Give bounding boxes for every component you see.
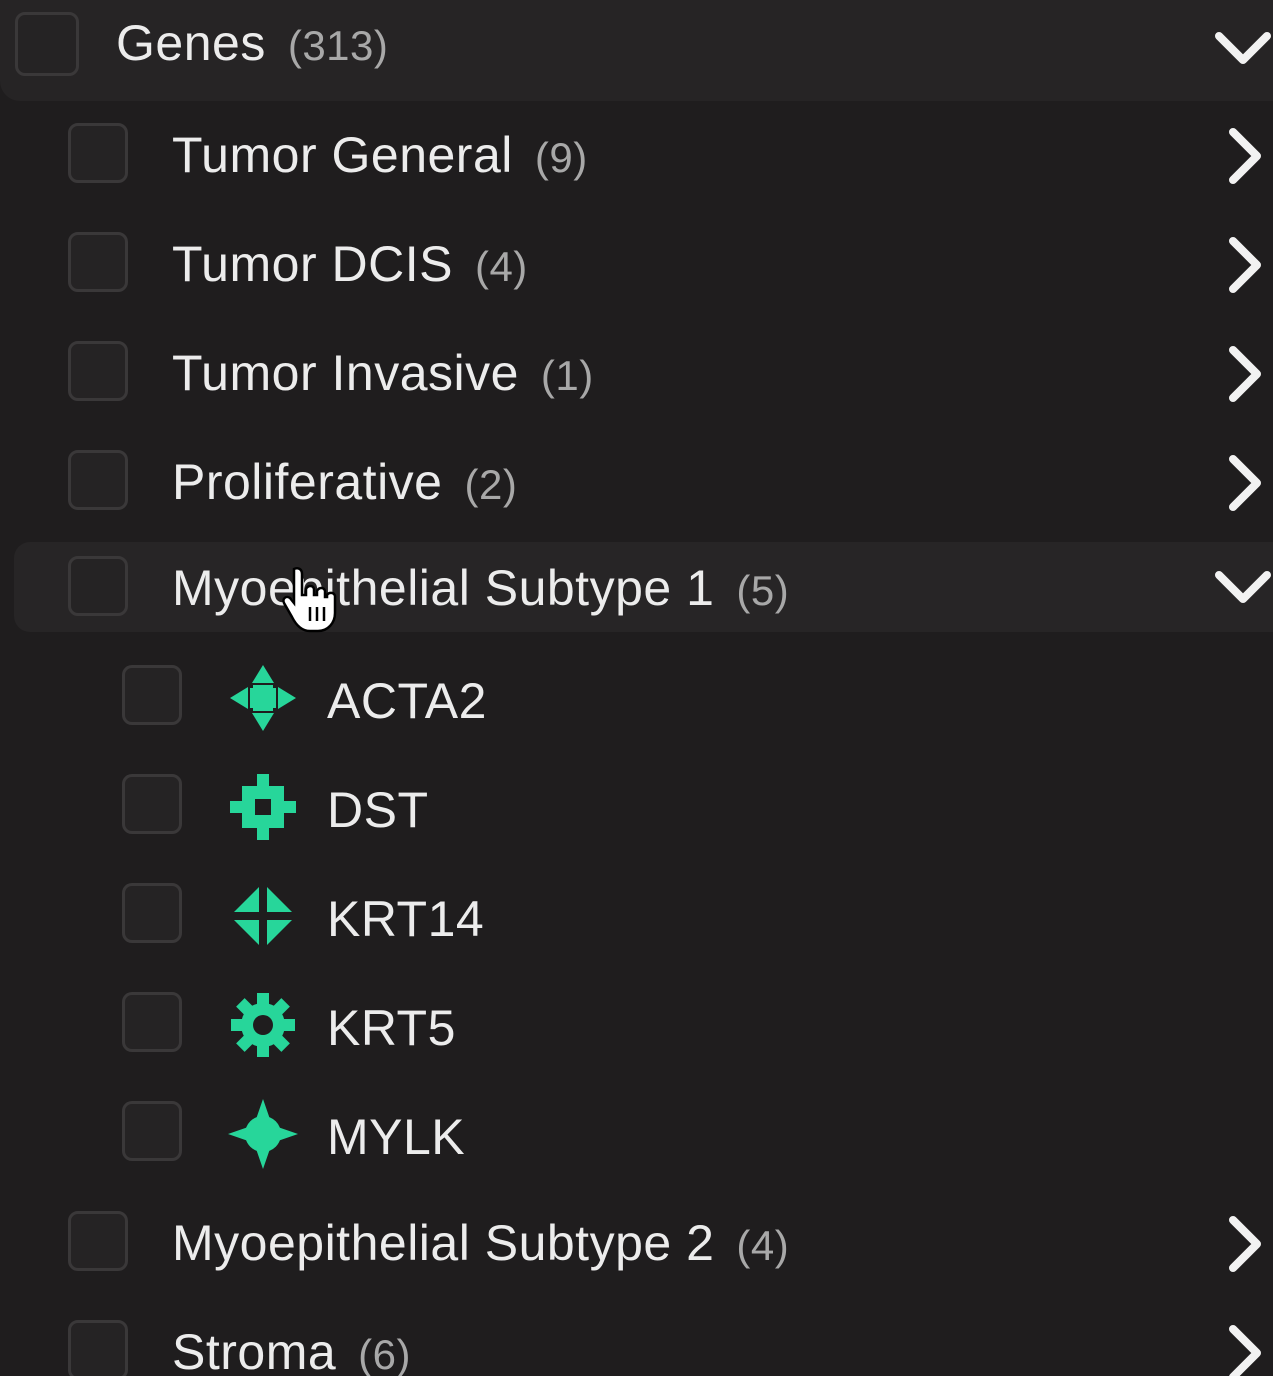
group-count: (5) (736, 567, 790, 614)
mylk-checkbox[interactable] (122, 1101, 182, 1161)
genes-count: (313) (287, 22, 389, 69)
hand-cursor-icon (282, 566, 337, 633)
group-label: Tumor DCIS (172, 236, 453, 292)
chevron-down-icon[interactable] (1213, 18, 1273, 78)
gene-row-krt5[interactable]: KRT5 (0, 972, 1273, 1081)
gene-row-dst[interactable]: DST (0, 754, 1273, 863)
tree-row-label: Proliferative (2) (172, 453, 517, 511)
group-label: Tumor General (172, 127, 513, 183)
group-label: Myoepithelial Subtype 1 (172, 560, 715, 616)
tumor-invasive-checkbox[interactable] (68, 341, 128, 401)
myoepithelial-subtype-1-checkbox[interactable] (68, 556, 128, 616)
tree-row-genes[interactable]: Genes (313) (0, 0, 1273, 101)
tree-row-label: Tumor DCIS (4) (172, 235, 528, 293)
tree-row-label: Genes (313) (116, 14, 388, 72)
tree-row-proliferative[interactable]: Proliferative (2) (0, 428, 1273, 537)
group-label: Stroma (172, 1324, 337, 1376)
group-label: Proliferative (172, 454, 443, 510)
proliferative-checkbox[interactable] (68, 450, 128, 510)
krt5-checkbox[interactable] (122, 992, 182, 1052)
stroma-checkbox[interactable] (68, 1320, 128, 1376)
gear-marker-icon (231, 993, 295, 1057)
square-cross-marker-icon (230, 774, 296, 840)
tree-row-myoepithelial-subtype-2[interactable]: Myoepithelial Subtype 2 (4) (0, 1189, 1273, 1298)
tree-row-tumor-general[interactable]: Tumor General (9) (0, 101, 1273, 210)
chevron-down-icon[interactable] (1213, 557, 1273, 617)
tree-row-tumor-dcis[interactable]: Tumor DCIS (4) (0, 210, 1273, 319)
group-count: (1) (540, 352, 594, 399)
tumor-dcis-checkbox[interactable] (68, 232, 128, 292)
group-label: Tumor Invasive (172, 345, 519, 401)
gene-row-mylk[interactable]: MYLK (0, 1081, 1273, 1190)
gene-label: DST (327, 782, 429, 838)
tree-row-label: Tumor Invasive (1) (172, 344, 594, 402)
tree-row-label: Myoepithelial Subtype 1 (5) (172, 559, 789, 617)
genes-checkbox[interactable] (15, 12, 79, 76)
myoepithelial-subtype-2-checkbox[interactable] (68, 1211, 128, 1271)
chevron-right-icon[interactable] (1213, 344, 1273, 404)
tree-row-myoepithelial-subtype-1[interactable]: Myoepithelial Subtype 1 (5) (14, 542, 1273, 632)
group-label: Myoepithelial Subtype 2 (172, 1215, 715, 1271)
acta2-checkbox[interactable] (122, 665, 182, 725)
chevron-right-icon[interactable] (1213, 235, 1273, 295)
dst-checkbox[interactable] (122, 774, 182, 834)
chevron-right-icon[interactable] (1213, 1323, 1273, 1376)
tree-row-stroma[interactable]: Stroma (6) (0, 1298, 1273, 1376)
tree-row-label: Stroma (6) (172, 1323, 411, 1376)
chevron-right-icon[interactable] (1213, 126, 1273, 186)
gene-label: MYLK (327, 1109, 466, 1165)
gene-label: KRT14 (327, 891, 485, 947)
tree-row-label: Tumor General (9) (172, 126, 588, 184)
group-count: (2) (464, 461, 518, 508)
group-count: (9) (534, 134, 588, 181)
gene-row-krt14[interactable]: KRT14 (0, 863, 1273, 972)
group-count: (4) (736, 1222, 790, 1269)
tree-row-label: Myoepithelial Subtype 2 (4) (172, 1214, 789, 1272)
genes-label: Genes (116, 15, 266, 71)
gene-label: KRT5 (327, 1000, 456, 1056)
tree-row-tumor-invasive[interactable]: Tumor Invasive (1) (0, 319, 1273, 428)
chevron-right-icon[interactable] (1213, 1214, 1273, 1274)
tumor-general-checkbox[interactable] (68, 123, 128, 183)
four-arrows-marker-icon (230, 665, 296, 731)
gene-label: ACTA2 (327, 673, 487, 729)
group-count: (4) (474, 243, 528, 290)
group-count: (6) (358, 1331, 412, 1376)
chevron-right-icon[interactable] (1213, 453, 1273, 513)
gene-row-acta2[interactable]: ACTA2 (0, 645, 1273, 754)
krt14-checkbox[interactable] (122, 883, 182, 943)
split-diamond-marker-icon (228, 881, 298, 951)
gene-panel: Genes (313) Tumor General (9) Tumor DCIS (4… (0, 0, 1273, 1376)
four-point-star-marker-icon (228, 1099, 298, 1169)
